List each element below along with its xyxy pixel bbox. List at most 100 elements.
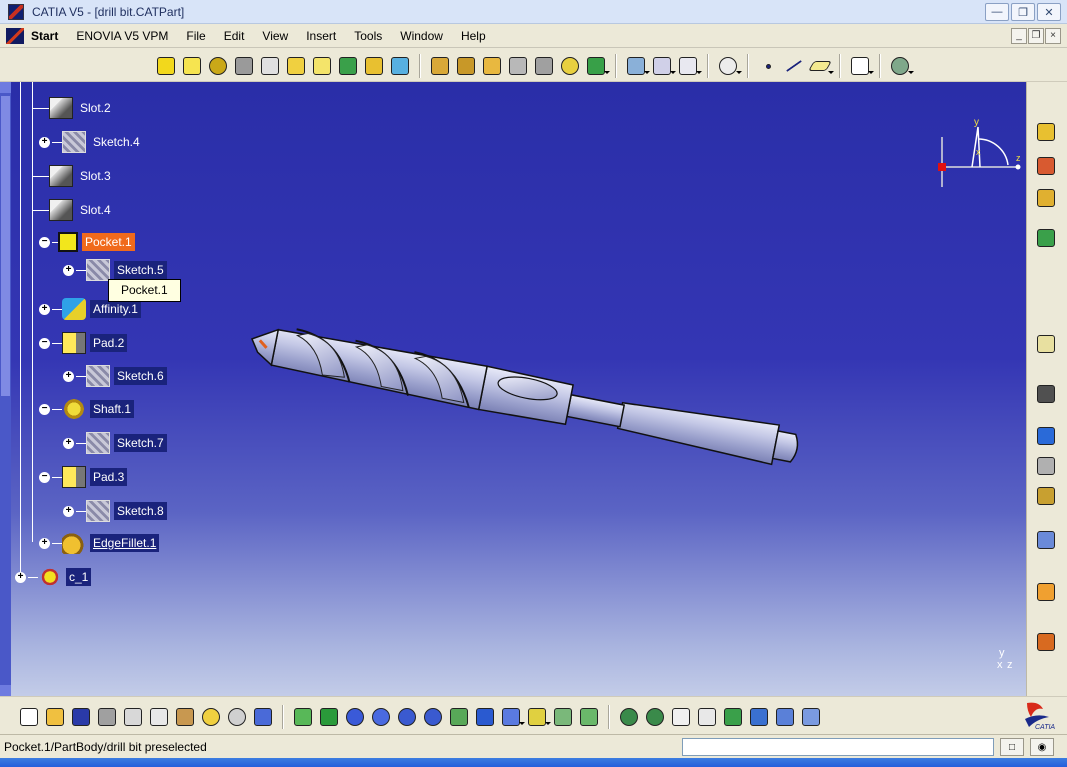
tree-item-slot-4[interactable]: Slot.4 xyxy=(33,199,114,221)
pocket-icon[interactable] xyxy=(181,55,203,77)
assemble-icon[interactable] xyxy=(651,55,676,77)
tree-label[interactable]: Pad.2 xyxy=(90,334,128,352)
restore-button[interactable]: ❐ xyxy=(1011,3,1035,21)
print-icon[interactable] xyxy=(96,706,118,728)
3d-viewport[interactable]: Slot.2 + Sketch.4 Slot.3 Slot.4 − Pocket… xyxy=(0,82,1026,696)
tree-label[interactable]: c_1 xyxy=(66,568,92,586)
expand-icon[interactable]: + xyxy=(39,303,50,315)
edge-fillet-icon[interactable] xyxy=(429,55,451,77)
start-menu-icon[interactable] xyxy=(6,27,24,44)
shell-icon[interactable] xyxy=(507,55,529,77)
copy-icon[interactable] xyxy=(148,706,170,728)
knowledge-icon[interactable] xyxy=(1033,630,1059,654)
tree-label[interactable]: Slot.2 xyxy=(77,99,114,117)
tree-item-slot-2[interactable]: Slot.2 xyxy=(33,97,114,119)
open-icon[interactable] xyxy=(44,706,66,728)
stop-command-icon[interactable]: □ xyxy=(1000,738,1024,756)
menu-enovia[interactable]: ENOVIA V5 VPM xyxy=(67,25,177,47)
tree-item-pad-3[interactable]: − Pad.3 xyxy=(39,466,128,488)
expand-icon[interactable]: + xyxy=(39,136,50,148)
new-icon[interactable] xyxy=(18,706,40,728)
tree-item-c-1[interactable]: + c_1 xyxy=(15,566,92,588)
expand-icon[interactable]: + xyxy=(15,571,26,583)
hide-show-icon[interactable] xyxy=(552,706,574,728)
constraint-icon[interactable] xyxy=(1033,226,1059,250)
mirror-icon[interactable] xyxy=(559,55,581,77)
doc-minimize-button[interactable]: _ xyxy=(1011,28,1027,44)
fit-all-icon[interactable] xyxy=(318,706,340,728)
tree-label[interactable]: Affinity.1 xyxy=(90,300,141,318)
multi-view-icon[interactable] xyxy=(474,706,496,728)
measure-icon[interactable] xyxy=(1033,424,1059,448)
collapse-icon[interactable]: − xyxy=(39,471,50,483)
units-icon[interactable] xyxy=(696,706,718,728)
collapse-icon[interactable]: − xyxy=(39,337,50,349)
tree-label[interactable]: EdgeFillet.1 xyxy=(90,534,160,552)
collapse-icon[interactable]: − xyxy=(39,403,50,415)
tree-item-sketch-7[interactable]: + Sketch.7 xyxy=(63,432,167,454)
tree-label[interactable]: Slot.3 xyxy=(77,167,114,185)
pad-icon[interactable] xyxy=(155,55,177,77)
power-input-icon[interactable]: ◉ xyxy=(1030,738,1054,756)
tree-label[interactable]: Sketch.6 xyxy=(114,367,167,385)
menu-file[interactable]: File xyxy=(177,25,214,47)
menu-help[interactable]: Help xyxy=(452,25,495,47)
zoom-out-icon[interactable] xyxy=(422,706,444,728)
expand-icon[interactable]: + xyxy=(63,505,74,517)
tree-item-pocket-1[interactable]: − Pocket.1 xyxy=(39,231,135,253)
close-button[interactable]: ✕ xyxy=(1037,3,1061,21)
formula-icon[interactable] xyxy=(748,706,770,728)
expand-icon[interactable]: + xyxy=(63,264,74,276)
remove-loft-icon[interactable] xyxy=(389,55,411,77)
tree-label[interactable]: Sketch.8 xyxy=(114,502,167,520)
slot-icon[interactable] xyxy=(311,55,333,77)
undo-icon[interactable] xyxy=(200,706,222,728)
tree-label[interactable]: Sketch.4 xyxy=(90,133,143,151)
loft-icon[interactable] xyxy=(363,55,385,77)
compass-icon[interactable]: y x z xyxy=(930,117,1025,187)
swap-space-icon[interactable] xyxy=(578,706,600,728)
plane-icon[interactable] xyxy=(808,55,834,77)
tree-item-edge-fillet-1[interactable]: + EdgeFillet.1 xyxy=(39,532,160,554)
specification-tree[interactable]: Slot.2 + Sketch.4 Slot.3 Slot.4 − Pocket… xyxy=(6,82,206,694)
doc-restore-button[interactable]: ❐ xyxy=(1028,28,1044,44)
insert-body-icon[interactable] xyxy=(1033,332,1059,356)
select-icon[interactable] xyxy=(1033,580,1059,604)
scroll-thumb[interactable] xyxy=(1,96,10,396)
expand-icon[interactable]: + xyxy=(39,537,50,549)
save-icon[interactable] xyxy=(70,706,92,728)
tree-item-pad-2[interactable]: − Pad.2 xyxy=(39,332,128,354)
tree-item-sketch-4[interactable]: + Sketch.4 xyxy=(39,131,143,153)
sketch-based-features-icon[interactable] xyxy=(1033,120,1059,144)
tree-label[interactable]: Shaft.1 xyxy=(90,400,135,418)
tree-label[interactable]: Slot.4 xyxy=(77,201,114,219)
tree-label[interactable]: Sketch.5 xyxy=(114,261,167,279)
chamfer-icon[interactable] xyxy=(455,55,477,77)
redo-icon[interactable] xyxy=(226,706,248,728)
expand-icon[interactable]: + xyxy=(63,370,74,382)
tree-label[interactable]: Sketch.7 xyxy=(114,434,167,452)
draft-icon[interactable] xyxy=(481,55,503,77)
collapse-icon[interactable]: − xyxy=(39,236,50,248)
drill-bit-model[interactable] xyxy=(240,317,820,477)
zoom-in-icon[interactable] xyxy=(396,706,418,728)
scroll-down-button[interactable] xyxy=(0,685,11,696)
point-icon[interactable] xyxy=(717,55,742,77)
sketcher-icon[interactable] xyxy=(849,55,874,77)
menu-window[interactable]: Window xyxy=(391,25,452,47)
shading-icon[interactable] xyxy=(526,706,551,728)
whats-this-icon[interactable] xyxy=(252,706,274,728)
transformation-features-icon[interactable] xyxy=(1033,186,1059,210)
hole-icon[interactable] xyxy=(259,55,281,77)
grid-icon[interactable] xyxy=(677,55,702,77)
update-icon[interactable] xyxy=(889,55,914,77)
menu-tools[interactable]: Tools xyxy=(345,25,391,47)
cut-icon[interactable] xyxy=(122,706,144,728)
iso-view-icon[interactable] xyxy=(500,706,525,728)
table-icon[interactable] xyxy=(774,706,796,728)
camera-icon[interactable] xyxy=(1033,382,1059,406)
boolean-icon[interactable] xyxy=(625,55,650,77)
tree-item-sketch-6[interactable]: + Sketch.6 xyxy=(63,365,167,387)
rib-icon[interactable] xyxy=(285,55,307,77)
pattern-icon[interactable] xyxy=(585,55,610,77)
